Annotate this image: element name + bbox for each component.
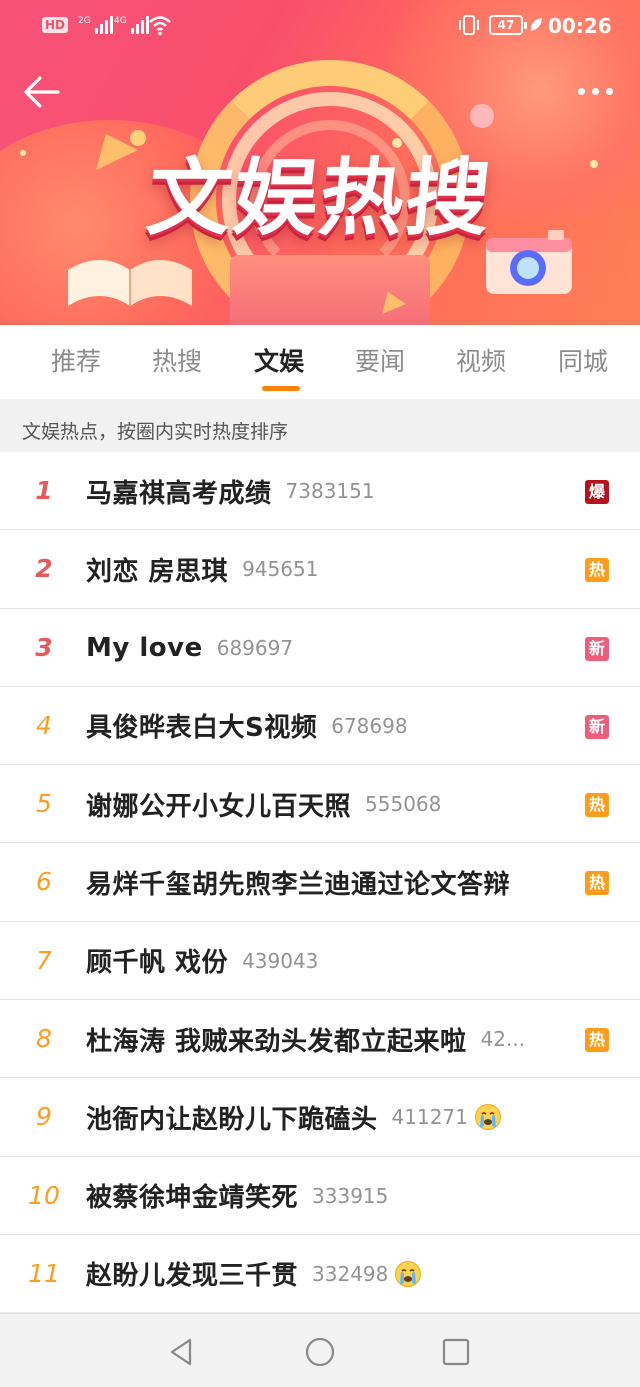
leaf-icon: [530, 18, 542, 31]
hot-badge: 热: [585, 558, 609, 583]
category-tabs: 推荐 热搜 文娱 要闻 视频 同城: [0, 325, 640, 399]
list-item[interactable]: 10 被蔡徐坤金靖笑死 333915: [0, 1156, 640, 1235]
crying-face-icon: [474, 1103, 502, 1131]
heat-count: 689697: [216, 635, 294, 660]
more-dot-icon: [578, 87, 585, 95]
banner: 文娱热搜 HD 2G 4G 47 00:26: [0, 0, 640, 325]
item-text-group: My love 689697: [86, 609, 550, 687]
item-text-group: 被蔡徐坤金靖笑死 333915: [86, 1157, 550, 1235]
item-text-group: 杜海涛 我贼来劲头发都立起来啦 42...: [86, 1000, 550, 1078]
item-text-group: 池衙内让赵盼儿下跪磕头 411271: [86, 1078, 550, 1156]
hot-badge: 爆: [585, 480, 609, 504]
hot-search-title: 易烊千玺胡先煦李兰迪通过论文答辩: [86, 869, 511, 900]
rank-number: 10: [28, 1180, 60, 1210]
rank-number: 9: [36, 1102, 52, 1132]
system-navigation-bar: [0, 1313, 640, 1387]
hd-indicator: HD: [42, 17, 69, 33]
more-dot-icon: [592, 87, 599, 95]
hot-badge: 新: [585, 636, 609, 661]
hot-badge: 热: [585, 1028, 609, 1053]
heat-count: 678698: [331, 713, 408, 738]
item-text-group: 顾千帆 戏份 439043: [86, 922, 550, 1000]
back-arrow-icon[interactable]: [22, 74, 62, 110]
rank-number: 7: [36, 945, 52, 975]
network-type-label: 4G: [114, 16, 127, 26]
heat-count: 439043: [242, 948, 319, 973]
item-text-group: 刘恋 房思琪 945651: [86, 530, 550, 608]
rank-number: 1: [35, 476, 53, 505]
list-item[interactable]: 1 马嘉祺高考成绩 7383151 爆: [0, 452, 640, 531]
item-text-group: 马嘉祺高考成绩 7383151: [86, 452, 550, 530]
heat-count: 332498: [312, 1261, 389, 1286]
more-options-button[interactable]: [578, 84, 620, 98]
heat-count: 555068: [365, 792, 442, 817]
hot-search-title: 谢娜公开小女儿百天照: [86, 791, 352, 822]
hot-search-title: 池衙内让赵盼儿下跪磕头: [86, 1104, 378, 1135]
vibrate-icon: [459, 15, 479, 35]
hot-badge: 新: [585, 714, 609, 739]
rank-number: 5: [36, 789, 52, 819]
hot-search-list: 1 马嘉祺高考成绩 7383151 爆 2 刘恋 房思琪 945651 热 3 My love 68…: [0, 452, 640, 1314]
signal-icon: 2G: [78, 16, 113, 34]
back-triangle-icon[interactable]: [166, 1336, 198, 1368]
rank-number: 8: [36, 1024, 52, 1054]
hot-search-title: 马嘉祺高考成绩: [86, 478, 272, 509]
tab-video[interactable]: 视频: [441, 325, 521, 399]
list-item[interactable]: 3 My love 689697 新: [0, 608, 640, 687]
list-item[interactable]: 4 具俊晔表白大S视频 678698 新: [0, 686, 640, 766]
hot-search-title: 赵盼儿发现三千贯: [86, 1261, 299, 1292]
book-decoration: [68, 260, 192, 306]
home-circle-icon[interactable]: [304, 1336, 336, 1368]
active-tab-indicator: [262, 386, 300, 391]
item-text-group: 谢娜公开小女儿百天照 555068: [86, 765, 550, 843]
hot-search-title: My love: [86, 632, 203, 663]
tab-news[interactable]: 要闻: [340, 325, 420, 399]
rank-number: 6: [36, 867, 52, 897]
tab-recommend[interactable]: 推荐: [36, 325, 116, 399]
heat-count: 333915: [312, 1183, 389, 1208]
list-item[interactable]: 6 易烊千玺胡先煦李兰迪通过论文答辩 热: [0, 843, 640, 922]
banner-title: 文娱热搜: [142, 149, 498, 247]
status-bar: HD 2G 4G 47 00:26: [0, 0, 640, 52]
item-text-group: 赵盼儿发现三千贯 332498: [86, 1235, 550, 1313]
rank-number: 11: [28, 1258, 60, 1288]
wifi-icon: [149, 16, 171, 36]
hot-search-title: 杜海涛 我贼来劲头发都立起来啦: [86, 1026, 467, 1057]
item-text-group: 易烊千玺胡先煦李兰迪通过论文答辩: [86, 843, 550, 921]
list-item[interactable]: 5 谢娜公开小女儿百天照 555068 热: [0, 765, 640, 844]
hot-search-title: 具俊晔表白大S视频: [86, 713, 318, 744]
rank-number: 3: [35, 632, 53, 662]
tab-local[interactable]: 同城: [543, 325, 623, 399]
hot-badge: 热: [585, 793, 609, 818]
hot-badge: 热: [585, 871, 609, 896]
triangle-decoration: [382, 292, 406, 314]
heat-count: 7383151: [285, 479, 375, 503]
list-item[interactable]: 2 刘恋 房思琪 945651 热: [0, 530, 640, 609]
more-dot-icon: [606, 87, 613, 95]
list-item[interactable]: 7 顾千帆 戏份 439043: [0, 921, 640, 1001]
signal-icon: 4G: [114, 16, 149, 34]
sparkle-decoration: [392, 138, 402, 148]
section-note: 文娱热点，按圈内实时热度排序: [0, 399, 640, 452]
list-item[interactable]: 11 赵盼儿发现三千贯 332498: [0, 1234, 640, 1314]
battery-icon: 47: [489, 15, 527, 35]
network-type-label: 2G: [78, 16, 91, 26]
hot-search-title: 顾千帆 戏份: [86, 948, 229, 979]
sparkle-decoration: [470, 104, 494, 128]
heat-count: 42...: [480, 1027, 526, 1052]
rank-number: 4: [36, 710, 52, 740]
tab-hot-search[interactable]: 热搜: [137, 325, 217, 399]
item-text-group: 具俊晔表白大S视频 678698: [86, 687, 550, 765]
heat-count: 411271: [391, 1105, 468, 1130]
recents-square-icon[interactable]: [440, 1336, 472, 1368]
rank-number: 2: [35, 554, 53, 584]
heat-count: 945651: [242, 557, 319, 582]
list-item[interactable]: 9 池衙内让赵盼儿下跪磕头 411271: [0, 1078, 640, 1157]
hot-search-title: 刘恋 房思琪: [86, 556, 229, 587]
list-item[interactable]: 8 杜海涛 我贼来劲头发都立起来啦 42... 热: [0, 1000, 640, 1079]
crying-face-icon: [394, 1260, 422, 1288]
clock: 00:26: [548, 14, 612, 38]
hot-search-title: 被蔡徐坤金靖笑死: [86, 1183, 299, 1214]
